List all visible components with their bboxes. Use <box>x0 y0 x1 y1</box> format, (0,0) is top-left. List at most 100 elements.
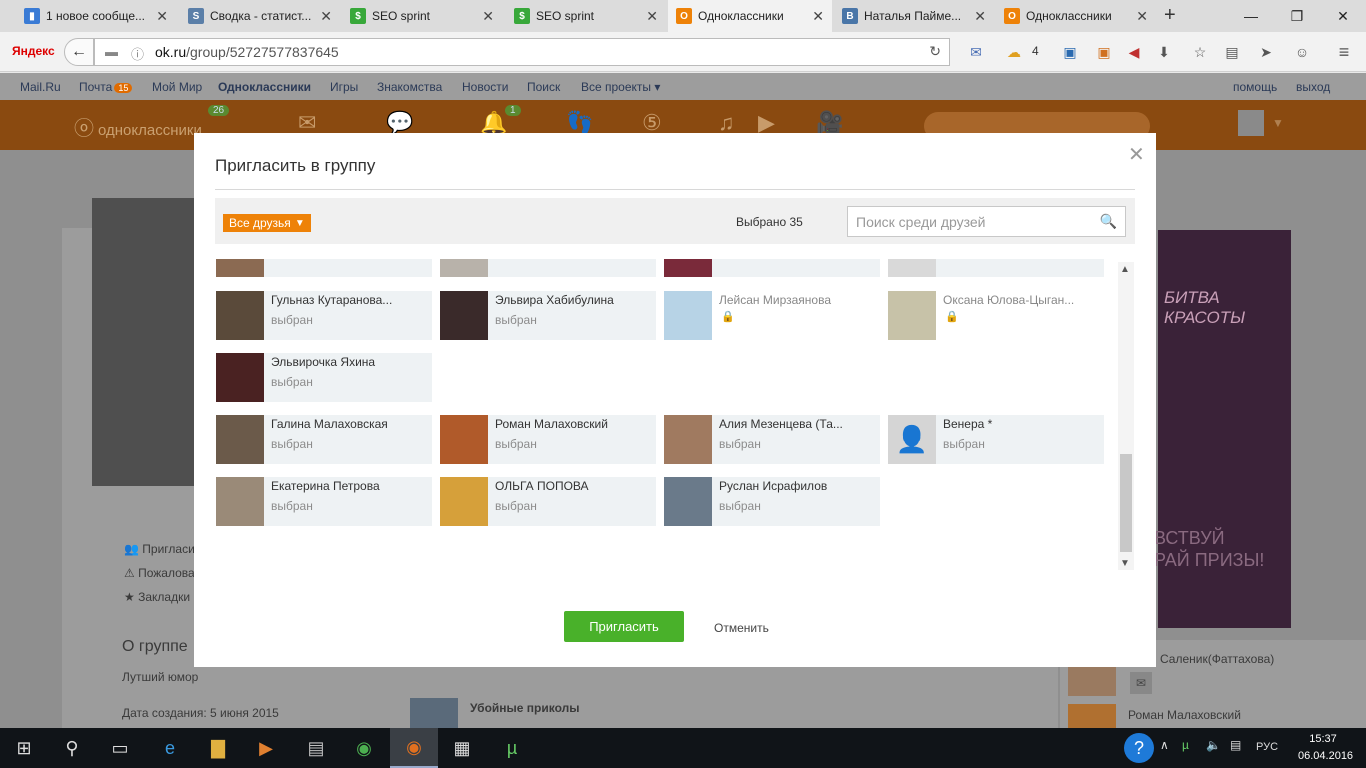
feed-title[interactable]: Убойные приколы <box>470 701 580 715</box>
friend-card[interactable]: Екатерина Петрова выбран <box>216 477 432 526</box>
mail-icon[interactable]: ✉ <box>966 42 986 62</box>
advertisement[interactable]: БИТВА КРАСОТЫ ВСТВУЙ РАЙ ПРИЗЫ! <box>1154 230 1291 628</box>
all-projects-link[interactable]: Все проекты ▾ <box>581 80 660 94</box>
browser-tab-1[interactable]: ▮ 1 новое сообще... ✕ <box>16 0 176 32</box>
firefox-icon[interactable]: ◉ <box>390 728 438 768</box>
close-icon[interactable]: ✕ <box>1128 142 1145 167</box>
search-icon[interactable]: ⚲ <box>48 728 96 768</box>
folder-icon[interactable]: ▇ <box>194 728 242 768</box>
friend-card[interactable]: Гульназ Кутаранова... выбран <box>216 291 432 340</box>
scroll-down-icon[interactable]: ▼ <box>1120 558 1130 569</box>
close-icon[interactable]: ✕ <box>646 8 658 25</box>
restore-button[interactable]: ❐ <box>1274 0 1320 32</box>
logout-link[interactable]: выход <box>1296 80 1330 94</box>
friend-card[interactable]: Эльвирочка Яхина выбран <box>216 353 432 402</box>
back-button[interactable]: ← <box>64 38 94 66</box>
sp-icon: S <box>188 8 204 24</box>
friend-search-input[interactable]: Поиск среди друзей 🔍 <box>847 206 1126 237</box>
chevron-up-icon[interactable]: ∧ <box>1160 738 1169 752</box>
close-icon[interactable]: ✕ <box>974 8 986 25</box>
star-icon[interactable]: ☆ <box>1190 42 1210 62</box>
friends-filter-dropdown[interactable]: Все друзья ▼ <box>223 214 311 232</box>
window-close-button[interactable]: ✕ <box>1320 0 1366 32</box>
extension-icon[interactable]: ▣ <box>1060 42 1080 62</box>
cancel-button[interactable]: Отменить <box>714 621 769 635</box>
close-icon[interactable]: ✕ <box>1136 8 1148 25</box>
help-link[interactable]: помощь <box>1233 80 1277 94</box>
close-icon[interactable]: ✕ <box>320 8 332 25</box>
scroll-up-icon[interactable]: ▲ <box>1120 264 1130 275</box>
friend-card[interactable] <box>216 259 432 277</box>
mailru-link[interactable]: Mail.Ru <box>20 80 61 94</box>
scrollbar-thumb[interactable] <box>1120 454 1132 552</box>
yandex-logo[interactable]: Яндекс <box>12 44 55 58</box>
keyboard-icon[interactable]: ▤ <box>1230 738 1241 752</box>
chevron-down-icon[interactable]: ▼ <box>1272 116 1284 130</box>
ok-logo[interactable]: ⓞ одноклассники <box>74 112 202 141</box>
chrome-icon[interactable]: ◉ <box>340 728 388 768</box>
store-icon[interactable]: ▦ <box>438 728 486 768</box>
right-user-name[interactable]: Роман Малаховский <box>1128 708 1241 722</box>
minimize-button[interactable]: — <box>1228 0 1274 32</box>
weather-icon[interactable]: ☁ <box>1000 42 1028 62</box>
friend-photo <box>440 259 488 277</box>
message-icon[interactable]: ✉ <box>1130 672 1152 694</box>
sound-icon[interactable]: ◀ <box>1124 42 1144 62</box>
volume-icon[interactable]: 🔈 <box>1206 738 1221 752</box>
edge-icon[interactable]: e <box>146 728 194 768</box>
download-icon[interactable]: ⬇ <box>1154 42 1174 62</box>
user-photo[interactable] <box>1068 704 1116 728</box>
browser-tab-3[interactable]: $ SEO sprint ✕ <box>342 0 502 32</box>
friend-card[interactable]: Эльвира Хабибулина выбран <box>440 291 656 340</box>
task-view-icon[interactable]: ▭ <box>96 728 144 768</box>
ok-link[interactable]: Одноклассники <box>218 80 311 94</box>
friend-card[interactable] <box>888 259 1104 277</box>
windows-start-icon[interactable]: ⊞ <box>0 728 48 768</box>
friend-card[interactable]: Руслан Исрафилов выбран <box>664 477 880 526</box>
close-icon[interactable]: ✕ <box>156 8 168 25</box>
right-user-name[interactable]: Саленик(Фаттахова) <box>1160 652 1274 666</box>
browser-tab-7[interactable]: О Одноклассники ✕ <box>996 0 1156 32</box>
menu-icon[interactable]: ≡ <box>1334 42 1354 62</box>
friend-card[interactable]: Роман Малаховский выбран <box>440 415 656 464</box>
new-tab-button[interactable]: + <box>1164 4 1176 27</box>
info-icon[interactable]: ⓘ <box>131 44 144 63</box>
utorrent-icon[interactable]: µ <box>488 728 536 768</box>
language-indicator[interactable]: РУС <box>1256 741 1278 753</box>
extension-icon[interactable]: ▣ <box>1094 42 1114 62</box>
bookmarks-icon[interactable]: ▬ <box>105 44 118 59</box>
address-bar[interactable]: ▬ ⓘ ok.ru/group/52727577837645 ↻ <box>94 38 950 66</box>
friend-card[interactable]: Алия Мезенцева (Та... выбран <box>664 415 880 464</box>
utorrent-tray-icon[interactable]: µ <box>1182 738 1189 752</box>
media-player-icon[interactable]: ▶ <box>242 728 290 768</box>
friend-card[interactable]: 👤 Венера * выбран <box>888 415 1104 464</box>
help-icon[interactable]: ? <box>1124 733 1154 763</box>
mail-link[interactable]: Почта 15 <box>79 80 133 94</box>
smile-icon[interactable]: ☺ <box>1292 42 1312 62</box>
games-link[interactable]: Игры <box>330 80 358 94</box>
dating-link[interactable]: Знакомства <box>377 80 442 94</box>
browser-tab-6[interactable]: В Наталья Пайме... ✕ <box>834 0 994 32</box>
friend-card[interactable]: ОЛЬГА ПОПОВА выбран <box>440 477 656 526</box>
send-icon[interactable]: ➤ <box>1256 42 1276 62</box>
avatar[interactable] <box>1238 110 1264 136</box>
reload-icon[interactable]: ↻ <box>929 43 941 60</box>
close-icon[interactable]: ✕ <box>812 8 824 25</box>
friend-card[interactable]: Галина Малаховская выбран <box>216 415 432 464</box>
search-icon[interactable]: 🔍 <box>1100 213 1117 230</box>
browser-tab-5-active[interactable]: О Одноклассники ✕ <box>668 0 832 32</box>
invite-button[interactable]: Пригласить <box>564 611 684 642</box>
close-icon[interactable]: ✕ <box>482 8 494 25</box>
friend-card[interactable] <box>440 259 656 277</box>
bookmark-action[interactable]: ★ Закладки <box>124 590 190 604</box>
search-link[interactable]: Поиск <box>527 80 560 94</box>
app-icon[interactable]: ▤ <box>292 728 340 768</box>
reader-icon[interactable]: ▤ <box>1222 42 1242 62</box>
clock[interactable]: 15:37 06.04.2016 <box>1298 731 1353 765</box>
browser-tab-4[interactable]: $ SEO sprint ✕ <box>506 0 666 32</box>
feed-thumbnail[interactable] <box>410 698 458 728</box>
news-link[interactable]: Новости <box>462 80 508 94</box>
friend-card[interactable] <box>664 259 880 277</box>
moy-mir-link[interactable]: Мой Мир <box>152 80 202 94</box>
browser-tab-2[interactable]: S Сводка - статист... ✕ <box>180 0 340 32</box>
